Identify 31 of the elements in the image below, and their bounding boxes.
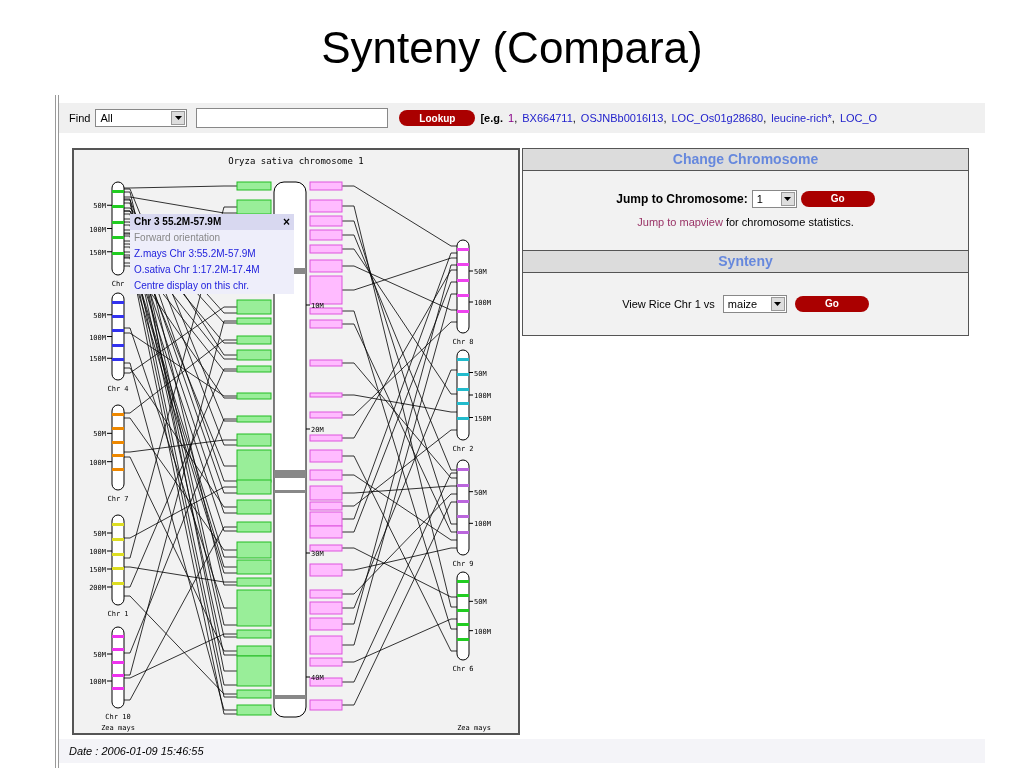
example-link[interactable]: BX664711 (522, 109, 573, 127)
slide-title: Synteny (Compara) (321, 21, 703, 74)
synteny-label: View Rice Chr 1 vs (622, 296, 715, 312)
tooltip-note: Forward orientation (133, 231, 222, 245)
dropdown[interactable]: maize (722, 295, 787, 313)
separator: , (663, 110, 667, 126)
find-label: Find (69, 110, 91, 126)
separator: , (514, 110, 518, 126)
tooltip-title: Chr 3 55.2M-57.9M (134, 215, 222, 229)
separator: , (763, 110, 767, 126)
go-button[interactable]: Go (800, 191, 875, 208)
date-text: Date : 2006-01-09 15:46:55 (69, 743, 204, 759)
separator: , (572, 110, 576, 126)
go-button[interactable]: Go (794, 296, 869, 312)
diagram-title: Oryza sativa chromosome 1 (228, 156, 364, 166)
example-link[interactable]: LOC_O (839, 109, 878, 127)
separator: , (831, 110, 835, 126)
chromosome-label: Jump to Chromosome: (616, 191, 748, 209)
dropdown[interactable]: 1 (751, 190, 797, 209)
lookup-button[interactable]: Lookup (399, 110, 476, 126)
dropdown[interactable]: All (95, 109, 188, 127)
mapview-text: Jump to mapview for chromosome statistics. (637, 215, 854, 231)
tooltip-link[interactable]: O.sativa Chr 1:17.2M-17.4M (130, 262, 294, 278)
example-link[interactable]: leucine-rich* (771, 109, 832, 127)
section-heading: Change Chromosome (672, 150, 819, 169)
mapview-link[interactable]: Jump to mapview (637, 216, 723, 229)
tooltip-link[interactable]: Centre display on this chr. (130, 278, 294, 294)
section-heading: Synteny (718, 252, 773, 271)
tooltip-link[interactable]: Z.mays Chr 3:55.2M-57.9M (130, 246, 294, 262)
close-button[interactable]: × (283, 215, 290, 229)
examples-label: [e.g. (480, 110, 504, 126)
